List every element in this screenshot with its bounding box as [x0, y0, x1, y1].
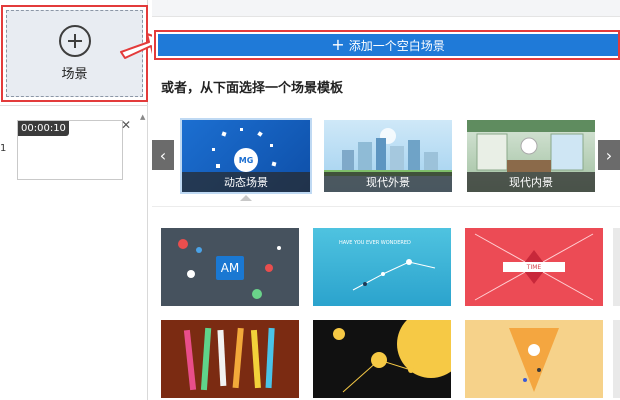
add-empty-scene-button[interactable]: + 添加一个空白场景 — [158, 34, 618, 56]
template-card[interactable] — [613, 320, 620, 398]
add-empty-scene-label: 添加一个空白场景 — [348, 38, 445, 53]
divider — [0, 105, 148, 106]
scene-type-modern-interior[interactable]: 现代内景 — [467, 120, 595, 192]
scene-duration: 00:00:10 — [18, 121, 69, 136]
scene-type-dynamic[interactable]: MG 动态场景 — [180, 118, 312, 194]
template-caption: HAVE YOU EVER WONDERED — [339, 240, 411, 246]
template-card[interactable]: AM — [161, 228, 299, 306]
template-art — [183, 327, 275, 391]
chevron-left-icon[interactable]: ‹ — [152, 140, 174, 170]
am-badge: AM — [216, 256, 244, 280]
template-panel: + 添加一个空白场景 或者，从下面选择一个场景模板 ‹ MG 动态场景 现代外景… — [152, 0, 620, 400]
plus-circle-icon — [58, 25, 91, 57]
chevron-right-icon[interactable]: › — [598, 140, 620, 170]
choose-template-heading: 或者，从下面选择一个场景模板 — [161, 81, 344, 96]
mg-badge: MG — [234, 148, 258, 172]
template-card[interactable] — [465, 320, 603, 398]
add-scene-label: 场景 — [61, 67, 88, 82]
scene-type-label: 现代外景 — [324, 172, 452, 192]
template-card[interactable]: TIME — [465, 228, 603, 306]
scene-thumbnail[interactable]: 00:00:10 — [17, 120, 123, 180]
template-card[interactable]: HAVE YOU EVER WONDERED — [313, 228, 451, 306]
selected-pointer-icon — [240, 195, 252, 201]
scene-index: 1 — [0, 143, 7, 154]
template-ribbon: TIME — [503, 262, 565, 272]
top-strip — [152, 0, 620, 17]
scene-type-modern-exterior[interactable]: 现代外景 — [324, 120, 452, 192]
template-card[interactable] — [161, 320, 299, 398]
divider — [152, 206, 620, 207]
scene-type-label: 动态场景 — [182, 172, 310, 192]
template-card[interactable] — [613, 228, 620, 306]
close-icon[interactable]: ✕ — [121, 119, 131, 131]
scene-type-label: 现代内景 — [467, 172, 595, 192]
template-art — [509, 328, 559, 392]
scroll-up-icon[interactable]: ▲ — [140, 113, 148, 121]
template-card[interactable] — [313, 320, 451, 398]
template-art — [333, 320, 451, 393]
plus-icon: + — [331, 35, 345, 54]
